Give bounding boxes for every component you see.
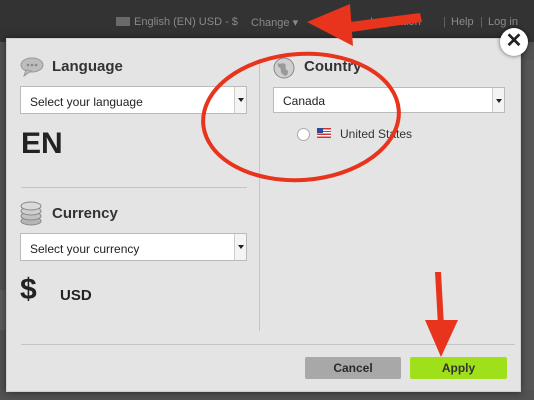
language-code: EN [21, 127, 63, 160]
language-select-value: Select your language [30, 95, 143, 109]
country-select-value: Canada [283, 94, 326, 108]
close-icon[interactable]: ✕ [500, 28, 528, 56]
currency-section-title: Currency [52, 205, 118, 222]
country-section-title: Country [304, 58, 362, 75]
language-select[interactable]: Select your language [20, 86, 247, 114]
country-select[interactable]: Canada [273, 87, 505, 113]
country-radio-united-states[interactable] [297, 128, 310, 141]
chevron-down-icon [234, 234, 246, 260]
nav-separator: | [443, 16, 446, 28]
locale-indicator: English (EN) USD - $ [134, 16, 238, 28]
currency-symbol: $ [20, 273, 37, 306]
background-content [521, 60, 534, 390]
help-link[interactable]: Help [451, 16, 474, 28]
inspiration-link[interactable]: Inspiration [370, 16, 421, 28]
change-locale-link[interactable]: Change ▾ [251, 16, 298, 29]
currency-select[interactable]: Select your currency [20, 233, 247, 261]
footer-divider [21, 344, 515, 345]
top-navigation-bar: English (EN) USD - $ Change ▾ Inspiratio… [0, 0, 534, 42]
chevron-down-icon [234, 87, 246, 113]
flag-icon [116, 17, 130, 26]
currency-select-value: Select your currency [30, 242, 140, 256]
coins-icon [20, 201, 42, 226]
us-flag-icon [317, 128, 331, 138]
language-section-title: Language [52, 58, 123, 75]
country-option-label: United States [340, 127, 413, 141]
locale-settings-modal: Language Select your language EN Currenc… [6, 38, 521, 392]
chevron-down-icon [492, 88, 504, 112]
cancel-button[interactable]: Cancel [305, 357, 401, 379]
globe-icon [273, 57, 295, 79]
nav-separator: | [480, 16, 483, 28]
section-divider [21, 187, 247, 188]
column-divider [259, 59, 260, 331]
currency-code: USD [60, 287, 92, 304]
speech-bubble-icon [20, 57, 44, 77]
apply-button[interactable]: Apply [410, 357, 507, 379]
login-link[interactable]: Log in [488, 16, 518, 28]
